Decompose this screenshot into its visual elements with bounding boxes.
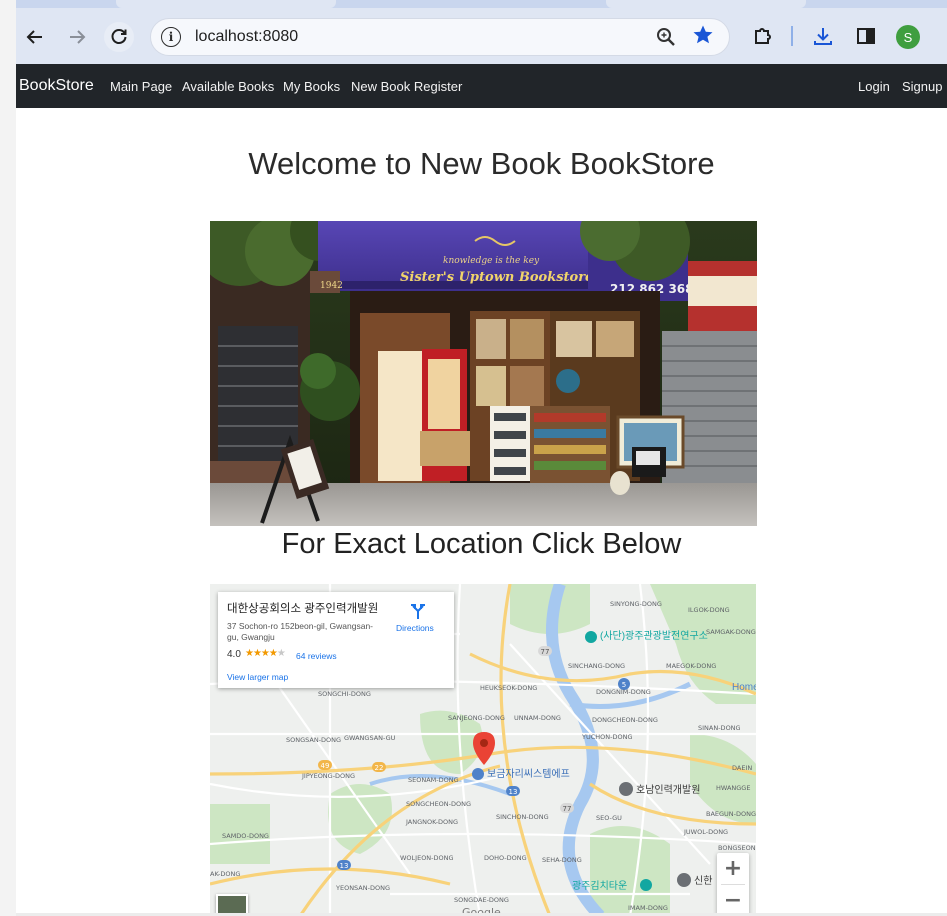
directions-icon[interactable]	[409, 602, 427, 620]
map-label: DOHO-DONG	[484, 854, 527, 862]
address-bar[interactable]: i localhost:8080	[150, 18, 730, 56]
magnifier-zoom-icon[interactable]	[655, 26, 677, 48]
directions-link[interactable]: Directions	[396, 623, 434, 633]
map-label: DONGCHEON-DONG	[592, 716, 658, 724]
map-label: YUCHON-DONG	[581, 733, 633, 741]
map-label: SEO-GU	[596, 814, 622, 822]
map-label: SAMDO-DONG	[222, 832, 269, 840]
reviews-link[interactable]: 64 reviews	[296, 651, 337, 661]
map-label: WOLJEON-DONG	[400, 854, 454, 862]
map-label: SINYONG-DONG	[610, 600, 662, 608]
nav-link-available-books[interactable]: Available Books	[182, 79, 274, 94]
downloads-button[interactable]	[811, 24, 835, 48]
map-label: IMAM-DONG	[628, 904, 668, 912]
download-icon	[814, 28, 832, 45]
map-poi-label: (사단)광주관광발전연구소	[600, 630, 708, 642]
map-poi-label: 호남인력개발원	[636, 784, 700, 796]
place-address: 37 Sochon-ro 152beon-gil, Gwangsan-gu, G…	[227, 621, 374, 642]
rating-stars-icon: ★★★★★	[245, 648, 286, 659]
zoom-in-button[interactable]: +	[717, 853, 749, 883]
map-label: SINAN-DONG	[698, 724, 741, 732]
tab-strip	[16, 0, 947, 8]
arrow-left-icon	[26, 30, 42, 44]
place-rating: 4.0	[227, 649, 241, 660]
reload-icon	[111, 29, 127, 44]
extensions-button[interactable]	[751, 24, 775, 48]
map-label: BAEGUN-DONG	[706, 810, 756, 818]
puzzle-icon	[755, 28, 771, 44]
svg-text:77: 77	[541, 648, 550, 656]
arrow-right-icon	[70, 30, 86, 44]
nav-link-signup[interactable]: Signup	[902, 79, 942, 94]
svg-text:22: 22	[375, 764, 384, 772]
map-label: UNNAM-DONG	[514, 714, 561, 722]
side-panel-button[interactable]	[854, 24, 878, 48]
page-left-gutter	[0, 0, 16, 916]
map-label: JUWOL-DONG	[683, 828, 728, 836]
forward-button[interactable]	[62, 22, 92, 52]
map-label: JIPYEONG-DONG	[301, 772, 355, 780]
back-button[interactable]	[20, 22, 50, 52]
page-title: Welcome to New Book BookStore	[248, 146, 715, 181]
map-place-card: 대한상공회의소 광주인력개발원 37 Sochon-ro 152beon-gil…	[218, 592, 454, 688]
info-icon[interactable]: i	[161, 27, 181, 47]
site-navbar: BookStore Main Page Available Books My B…	[16, 64, 947, 108]
map-poi-label: Home	[732, 682, 756, 693]
svg-text:49: 49	[321, 762, 330, 770]
map-label: SANJEONG-DONG	[448, 714, 505, 722]
reload-button[interactable]	[104, 22, 134, 52]
navbar-brand[interactable]: BookStore	[19, 77, 94, 95]
map-poi-label: 신한	[694, 875, 712, 887]
svg-text:77: 77	[563, 805, 572, 813]
nav-link-my-books[interactable]: My Books	[283, 79, 340, 94]
map-label: SONGSAN-DONG	[286, 736, 341, 744]
map-label: BONGSEON	[718, 844, 756, 852]
map-label: SONGCHEON-DONG	[406, 800, 471, 808]
map-label: GWANGSAN-GU	[344, 734, 396, 742]
map-label: SEHA-DONG	[542, 856, 582, 864]
tab-edge	[116, 0, 336, 8]
url-text[interactable]: localhost:8080	[195, 28, 298, 46]
map-label: SINCHON-DONG	[496, 813, 549, 821]
map-label: MAEGOK-DONG	[666, 662, 716, 670]
embedded-map[interactable]: 77 22 13 77 49 13 5 SINYONG-DONG ILGOK-D…	[210, 584, 756, 916]
map-label: AK-DONG	[210, 870, 240, 878]
place-name: 대한상공회의소 광주인력개발원	[227, 603, 379, 615]
browser-toolbar: i localhost:8080 S	[16, 0, 947, 64]
map-poi-label: 광주김치타운	[572, 880, 627, 892]
map-label: DONGNIM-DONG	[596, 688, 651, 696]
star-icon[interactable]	[691, 23, 715, 47]
side-panel-icon	[857, 28, 875, 44]
map-label: YEONSAN-DONG	[335, 884, 390, 892]
store-sign-motto: knowledge is the key	[443, 256, 540, 266]
location-heading: For Exact Location Click Below	[281, 528, 682, 560]
view-larger-map-link[interactable]: View larger map	[227, 672, 288, 682]
map-zoom-controls: + −	[717, 853, 749, 916]
map-label: SAMGAK-DONG	[706, 628, 756, 636]
map-label: ILGOK-DONG	[688, 606, 730, 614]
bookstore-photo-illustration: 1942 knowledge is the key Sister's Uptow…	[210, 221, 757, 526]
map-label: SONGDAE-DONG	[454, 896, 509, 904]
map-label: HWANGGE	[716, 784, 750, 792]
zoom-out-button[interactable]: −	[717, 885, 749, 915]
bookstore-photo: 1942 knowledge is the key Sister's Uptow…	[210, 221, 757, 526]
map-label: JANGNOK-DONG	[405, 818, 458, 826]
nav-link-login[interactable]: Login	[858, 79, 890, 94]
profile-avatar[interactable]: S	[896, 25, 920, 49]
tab-edge	[606, 0, 806, 8]
map-poi-label: 보금자리씨스템에프	[487, 768, 570, 780]
svg-text:13: 13	[509, 788, 518, 796]
svg-text:13: 13	[340, 862, 349, 870]
map-label: SONGCHI-DONG	[318, 690, 371, 698]
map-label: SINCHANG-DONG	[568, 662, 625, 670]
nav-link-new-book-register[interactable]: New Book Register	[351, 79, 462, 94]
toolbar-separator	[791, 26, 793, 46]
map-label: HEUKSEOK-DONG	[480, 684, 537, 692]
store-sign-year: 1942	[320, 281, 343, 291]
map-label: DAEIN	[732, 764, 752, 772]
nav-link-main-page[interactable]: Main Page	[110, 79, 172, 94]
map-label: SEONAM-DONG	[408, 776, 459, 784]
